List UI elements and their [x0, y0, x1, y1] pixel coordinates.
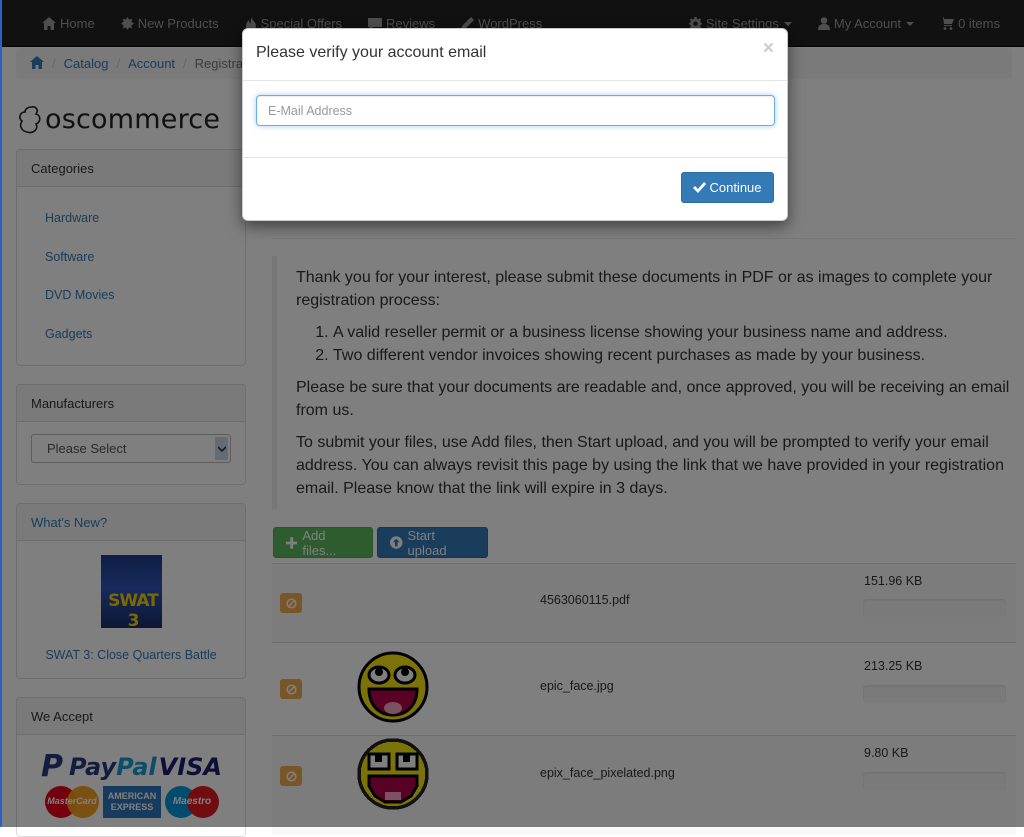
close-icon[interactable]: × — [763, 39, 774, 59]
continue-label: Continue — [709, 180, 762, 195]
verify-email-modal: Please verify your account email × Conti… — [242, 28, 788, 221]
modal-title: Please verify your account email — [256, 44, 487, 61]
modal-body — [243, 81, 787, 158]
email-input[interactable] — [256, 95, 775, 126]
continue-button[interactable]: Continue — [681, 172, 774, 203]
check-icon — [693, 182, 707, 193]
modal-header: Please verify your account email × — [243, 29, 787, 81]
